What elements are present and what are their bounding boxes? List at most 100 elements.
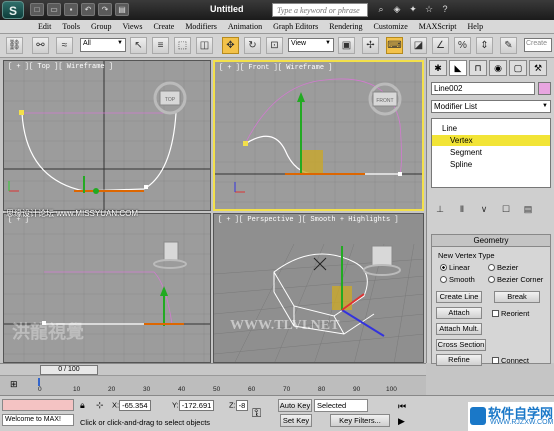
select-and-scale-icon[interactable]: ⊡ <box>266 37 283 54</box>
pivot-center-icon[interactable]: ▣ <box>338 37 355 54</box>
viewport-perspective-label[interactable]: [ + ][ Perspective ][ Smooth + Highlight… <box>218 216 399 224</box>
vertex-type-bezier-corner[interactable]: Bezier Corner <box>488 275 543 284</box>
connect-checkbox[interactable]: Connect <box>492 356 529 365</box>
open-file-icon[interactable]: ▭ <box>47 3 61 16</box>
stack-item-vertex[interactable]: Vertex <box>432 135 550 146</box>
motion-tab-icon[interactable]: ◉ <box>489 60 507 76</box>
search-input[interactable] <box>272 3 368 17</box>
menu-animation[interactable]: Animation <box>228 22 262 31</box>
pin-stack-icon[interactable]: ⊥ <box>433 204 447 217</box>
create-line-button[interactable]: Create Line <box>436 291 482 303</box>
snaps-toggle-icon[interactable]: ◪ <box>410 37 427 54</box>
set-key-icon[interactable]: ⚿ <box>252 406 261 421</box>
lock-selection-icon[interactable]: 🔒︎ <box>80 400 85 411</box>
project-folder-icon[interactable]: ▤ <box>115 3 129 16</box>
save-file-icon[interactable]: ▪ <box>64 3 78 16</box>
create-selection-set-input[interactable]: Create <box>524 38 552 52</box>
stack-item-segment[interactable]: Segment <box>432 147 550 158</box>
menu-modifiers[interactable]: Modifiers <box>185 22 217 31</box>
play-animation-icon[interactable]: ▶ <box>398 416 405 427</box>
select-and-move-icon[interactable]: ✥ <box>222 37 239 54</box>
menu-views[interactable]: Views <box>122 22 142 31</box>
rectangle-selection-icon[interactable]: ⬚ <box>174 37 191 54</box>
select-and-rotate-icon[interactable]: ↻ <box>244 37 261 54</box>
attach-mult-button[interactable]: Attach Mult. <box>436 323 482 335</box>
menu-create[interactable]: Create <box>153 22 174 31</box>
menu-tools[interactable]: Tools <box>62 22 80 31</box>
stack-item-spline[interactable]: Spline <box>432 159 550 170</box>
selection-filter-dropdown[interactable]: All <box>80 38 126 52</box>
menu-help[interactable]: Help <box>468 22 484 31</box>
menu-rendering[interactable]: Rendering <box>329 22 362 31</box>
help-icon[interactable]: ? <box>438 3 452 16</box>
menu-group[interactable]: Group <box>91 22 111 31</box>
undo-icon[interactable]: ↶ <box>81 3 95 16</box>
redo-icon[interactable]: ↷ <box>98 3 112 16</box>
stack-item-line[interactable]: Line <box>432 123 550 134</box>
hierarchy-tab-icon[interactable]: ⊓ <box>469 60 487 76</box>
configure-sets-icon[interactable]: ▤ <box>521 204 535 217</box>
mini-curve-editor-icon[interactable]: ⊞ <box>10 379 18 390</box>
spinner-snap-icon[interactable]: ⇕ <box>476 37 493 54</box>
vertex-type-smooth[interactable]: Smooth <box>440 275 475 284</box>
cross-section-button[interactable]: Cross Section <box>436 339 486 351</box>
vertex-type-bezier[interactable]: Bezier <box>488 263 518 272</box>
bind-space-warp-icon[interactable]: ≈ <box>56 37 73 54</box>
menu-customize[interactable]: Customize <box>374 22 408 31</box>
viewport-front-label[interactable]: [ + ][ Front ][ Wireframe ] <box>219 64 332 72</box>
search-icon[interactable]: ⌕ <box>374 3 388 16</box>
go-to-start-icon[interactable]: ⏮ <box>398 401 406 412</box>
x-field[interactable]: -65.354 <box>119 400 151 411</box>
viewport-top-label[interactable]: [ + ][ Top ][ Wireframe ] <box>8 63 113 71</box>
menu-graph-editors[interactable]: Graph Editors <box>273 22 318 31</box>
menu-edit[interactable]: Edit <box>38 22 51 31</box>
utilities-tab-icon[interactable]: ⚒ <box>529 60 547 76</box>
object-name-field[interactable]: Line002 <box>431 82 535 95</box>
favorites-icon[interactable]: ☆ <box>422 3 436 16</box>
geometry-rollout-header[interactable]: Geometry <box>432 235 550 247</box>
y-field[interactable]: -172.691 <box>178 400 215 411</box>
viewcube-top-label[interactable]: TOP <box>165 97 176 103</box>
viewport-front[interactable]: FRONT [ + ][ Front ][ Wireframe ] <box>213 60 424 211</box>
select-by-name-icon[interactable]: ≡ <box>152 37 169 54</box>
reference-coord-system-dropdown[interactable]: View <box>288 38 334 52</box>
trackbar[interactable]: ⊞ 0 10 20 30 40 50 60 70 80 90 100 <box>0 375 426 395</box>
unlink-icon[interactable]: ⚯ <box>32 37 49 54</box>
time-slider[interactable]: 0 / 100 <box>40 365 98 375</box>
object-color-swatch[interactable] <box>538 82 551 95</box>
new-file-icon[interactable]: □ <box>30 3 44 16</box>
set-key-button[interactable]: Set Key <box>280 414 312 427</box>
angle-snap-icon[interactable]: ∠ <box>432 37 449 54</box>
percent-snap-icon[interactable]: % <box>454 37 471 54</box>
remove-modifier-icon[interactable]: ☐ <box>499 204 513 217</box>
maxscript-mini-listener[interactable]: Welcome to MAX! <box>2 414 74 426</box>
viewport-perspective[interactable]: [ + ][ Perspective ][ Smooth + Highlight… <box>213 213 424 363</box>
create-tab-icon[interactable]: ✱ <box>429 60 447 76</box>
named-selection-icon[interactable]: ✎ <box>500 37 517 54</box>
reorient-checkbox[interactable]: Reorient <box>492 309 529 318</box>
auto-key-button[interactable]: Auto Key <box>278 399 312 412</box>
display-tab-icon[interactable]: ▢ <box>509 60 527 76</box>
z-field[interactable]: -8 <box>235 400 249 411</box>
app-logo-icon[interactable]: S <box>2 1 24 19</box>
time-slider-track[interactable]: 0 / 100 <box>0 363 426 375</box>
subscription-icon[interactable]: ◈ <box>390 3 404 16</box>
select-object-icon[interactable]: ↖ <box>130 37 147 54</box>
refine-button[interactable]: Refine <box>436 354 482 366</box>
attach-button[interactable]: Attach <box>436 307 482 319</box>
modify-tab-icon[interactable]: ◣ <box>449 60 467 76</box>
key-filters-button[interactable]: Key Filters... <box>330 414 390 427</box>
break-button[interactable]: Break <box>494 291 540 303</box>
maxscript-listener-field[interactable] <box>2 399 74 411</box>
modifier-list-dropdown[interactable]: Modifier List <box>431 100 551 113</box>
communication-icon[interactable]: ✦ <box>406 3 420 16</box>
viewcube-front-label[interactable]: FRONT <box>376 98 393 104</box>
select-and-link-icon[interactable]: ⛓ <box>6 37 23 54</box>
select-and-manipulate-icon[interactable]: ✢ <box>362 37 379 54</box>
show-end-result-icon[interactable]: Ⅱ <box>455 204 469 217</box>
keyboard-shortcut-override-icon[interactable]: ⌨ <box>386 37 403 54</box>
vertex-type-linear[interactable]: Linear <box>440 263 470 272</box>
make-unique-icon[interactable]: ∨ <box>477 204 491 217</box>
window-crossing-icon[interactable]: ◫ <box>196 37 213 54</box>
absolute-mode-icon[interactable]: ⊹ <box>96 400 104 411</box>
